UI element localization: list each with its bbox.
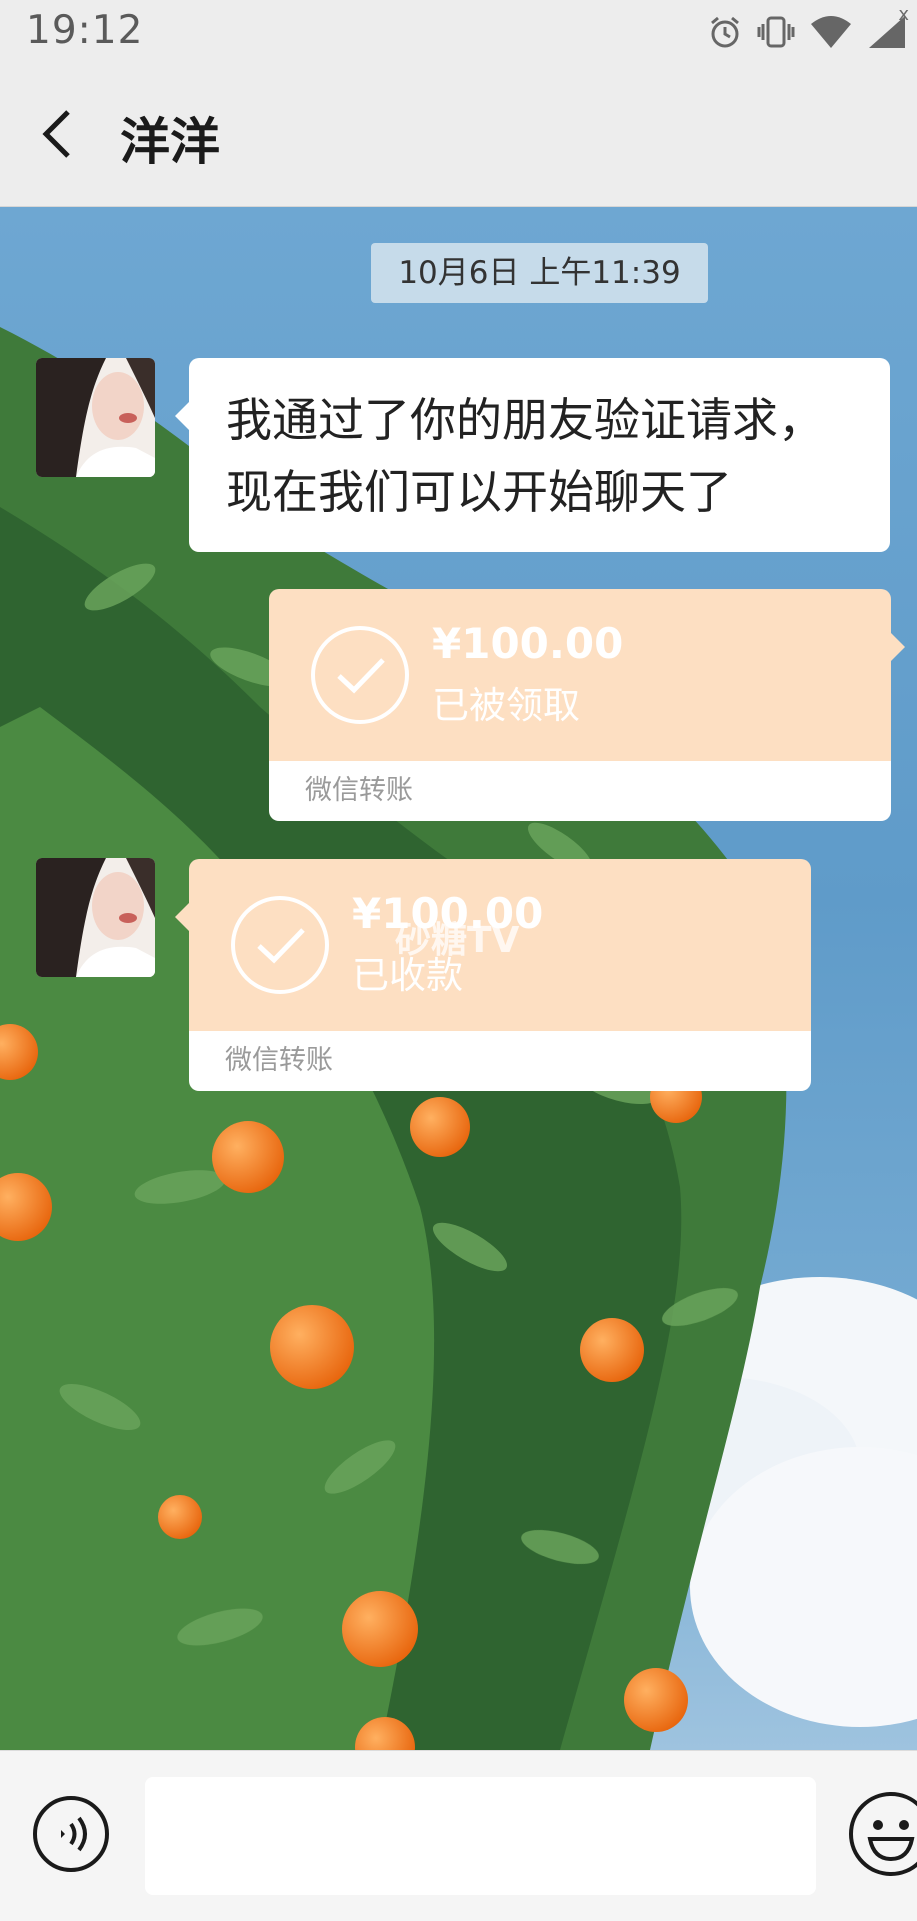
message-input[interactable] [145,1777,816,1895]
voice-icon[interactable] [31,1794,111,1874]
check-circle-icon [311,626,409,724]
message-timestamp: 10月6日 上午11:39 [371,243,708,303]
chat-area[interactable]: 10月6日 上午11:39 我通过了你的朋友验证请求， 现在我们可以开始聊天了 … [0,207,917,1750]
chat-header: 洋洋 [0,62,917,207]
status-time: 19:12 [26,8,144,53]
outgoing-transfer-card[interactable]: ¥100.00 已被领取 微信转账 [269,589,905,821]
transfer-label: 微信转账 [189,1031,811,1091]
transfer-status: 已被领取 [432,684,580,727]
status-bar: 19:12 x [0,0,917,62]
alarm-icon [711,16,739,48]
transfer-card-body: ¥100.00 已收款 砂糖TV [189,859,811,1031]
chevron-left-icon[interactable] [30,104,90,164]
message-text-line-1: 我通过了你的朋友验证请求， [226,393,824,447]
emoji-icon[interactable] [846,1789,917,1879]
incoming-text-bubble[interactable]: 我通过了你的朋友验证请求， 现在我们可以开始聊天了 [175,358,890,552]
watermark-text: 砂糖TV [395,920,520,961]
transfer-amount: ¥100.00 [432,619,624,668]
avatar-image [36,358,155,477]
incoming-transfer-card[interactable]: ¥100.00 已收款 砂糖TV 微信转账 [175,859,811,1091]
contact-avatar[interactable] [36,858,155,977]
vibrate-icon [757,16,795,48]
transfer-card-body: ¥100.00 已被领取 [269,589,891,761]
check-circle-icon [231,896,329,994]
wifi-icon [811,16,851,48]
signal-icon [869,16,905,48]
contact-name-title: 洋洋 [120,113,220,171]
contact-avatar[interactable] [36,358,155,477]
message-text-line-2: 现在我们可以开始聊天了 [226,465,732,519]
status-icons [707,10,907,54]
avatar-image [36,858,155,977]
input-bar [0,1750,917,1921]
transfer-label: 微信转账 [269,761,891,821]
